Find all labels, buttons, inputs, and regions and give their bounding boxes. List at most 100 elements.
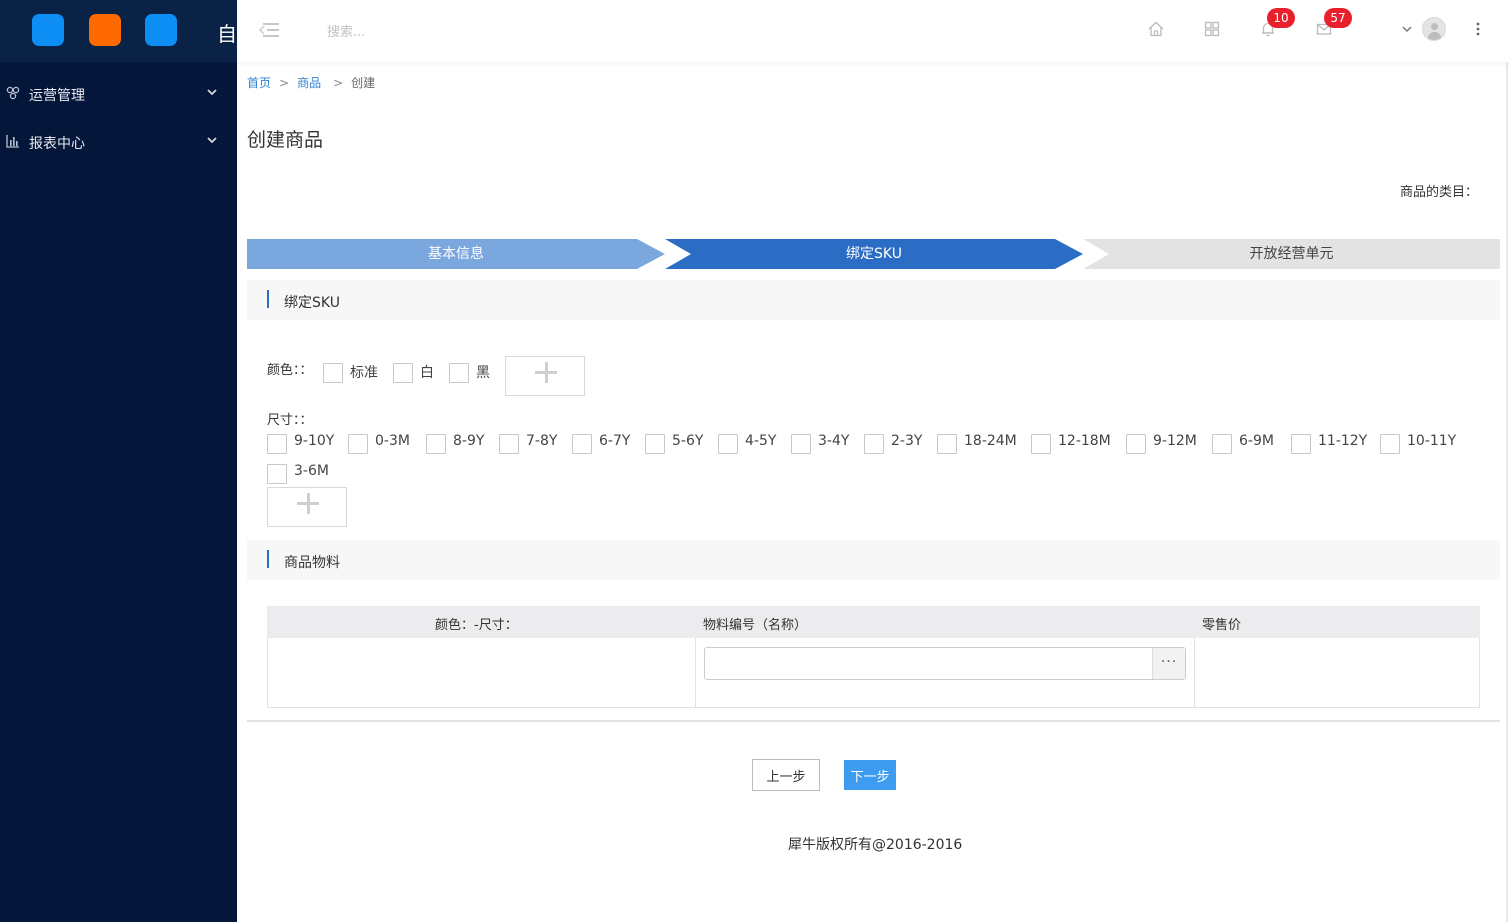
- checkbox-size-9-10y[interactable]: [267, 434, 287, 454]
- checkbox-size-6-9m[interactable]: [1212, 434, 1232, 454]
- column-divider: [695, 638, 696, 708]
- breadcrumb-home-link[interactable]: 首页: [247, 76, 271, 90]
- sidebar: 自 运营管理 报表中心: [0, 0, 237, 922]
- sidebar-item-operations[interactable]: 运营管理: [0, 74, 237, 114]
- size-field-label: 尺寸：：: [267, 413, 313, 428]
- notifications-badge: 10: [1267, 8, 1295, 28]
- breadcrumb-current: 创建: [351, 76, 376, 90]
- checkbox-size-18-24m[interactable]: [937, 434, 957, 454]
- column-header-material-code: 物料编号（名称）: [703, 618, 808, 633]
- checkbox-label: 2-3Y: [891, 433, 923, 449]
- checkbox-label: 12-18M: [1058, 433, 1111, 449]
- chevron-down-icon: [206, 132, 218, 148]
- breadcrumb-product-link[interactable]: 商品: [297, 76, 321, 90]
- messages-badge: 57: [1324, 8, 1352, 28]
- next-step-button[interactable]: 下一步: [844, 760, 896, 790]
- column-header-color-size: 颜色：-尺寸：: [435, 618, 518, 633]
- search-input[interactable]: [327, 22, 547, 42]
- checkbox-label: 8-9Y: [453, 433, 485, 449]
- color-field-label: 颜色：：: [267, 363, 313, 378]
- breadcrumb-separator: >: [279, 76, 290, 90]
- checkbox-label: 5-6Y: [672, 433, 704, 449]
- checkbox-label: 4-5Y: [745, 433, 777, 449]
- app-icon-blue[interactable]: [32, 14, 64, 46]
- form-divider: [247, 720, 1500, 722]
- checkbox-color-black[interactable]: [449, 363, 469, 383]
- category-label: 商品的类目：: [1399, 185, 1478, 200]
- sidebar-brand-area: 自: [0, 0, 237, 62]
- checkbox-label: 18-24M: [964, 433, 1017, 449]
- breadcrumb-separator: >: [333, 76, 344, 90]
- checkbox-size-2-3y[interactable]: [864, 434, 884, 454]
- brand-title: 自: [217, 22, 237, 46]
- sidebar-item-label: 报表中心: [29, 136, 85, 152]
- checkbox-size-3-6m[interactable]: [267, 464, 287, 484]
- checkbox-color-standard[interactable]: [323, 363, 343, 383]
- checkbox-label: 0-3M: [375, 433, 410, 449]
- chevron-down-icon: [206, 84, 218, 100]
- checkbox-size-10-11y[interactable]: [1380, 434, 1400, 454]
- checkbox-label: 白: [420, 365, 434, 381]
- material-picker-button[interactable]: ···: [1152, 648, 1185, 679]
- previous-step-button[interactable]: 上一步: [752, 759, 820, 791]
- checkbox-label: 标准: [350, 365, 378, 381]
- home-icon[interactable]: [1147, 20, 1165, 38]
- section-title: 绑定SKU: [284, 295, 340, 311]
- checkbox-label: 11-12Y: [1318, 433, 1368, 449]
- column-header-retail-price: 零售价: [1202, 618, 1242, 633]
- checkbox-label: 6-7Y: [599, 433, 631, 449]
- add-color-button[interactable]: [505, 356, 585, 396]
- menu-toggle-icon[interactable]: [259, 20, 279, 38]
- user-avatar[interactable]: [1422, 17, 1446, 41]
- bar-chart-icon: [6, 134, 20, 148]
- material-code-input[interactable]: [705, 648, 1153, 679]
- checkbox-label: 9-12M: [1153, 433, 1197, 449]
- step-progress: 基本信息 绑定SKU 开放经营单元: [247, 239, 1500, 269]
- sidebar-item-label: 运营管理: [29, 88, 85, 104]
- section-accent-bar: [267, 550, 269, 568]
- top-header: 10 57: [237, 0, 1511, 62]
- checkbox-size-9-12m[interactable]: [1126, 434, 1146, 454]
- checkbox-size-6-7y[interactable]: [572, 434, 592, 454]
- step-basic-info[interactable]: 基本信息: [247, 239, 665, 269]
- section-title: 商品物料: [284, 555, 340, 571]
- checkbox-label: 10-11Y: [1407, 433, 1457, 449]
- checkbox-label: 9-10Y: [294, 433, 335, 449]
- checkbox-size-12-18m[interactable]: [1031, 434, 1051, 454]
- sidebar-item-reports[interactable]: 报表中心: [0, 122, 237, 162]
- footer-copyright: 犀牛版权所有@2016-2016: [788, 837, 963, 853]
- chevron-down-icon[interactable]: [1401, 21, 1413, 39]
- checkbox-size-0-3m[interactable]: [348, 434, 368, 454]
- cluster-icon: [6, 86, 20, 100]
- step-open-units[interactable]: 开放经营单元: [1083, 239, 1500, 269]
- checkbox-size-4-5y[interactable]: [718, 434, 738, 454]
- checkbox-size-11-12y[interactable]: [1291, 434, 1311, 454]
- section-product-material: 商品物料: [247, 540, 1500, 580]
- step-label: 绑定SKU: [846, 246, 902, 262]
- apps-grid-icon[interactable]: [1203, 20, 1221, 38]
- checkbox-size-8-9y[interactable]: [426, 434, 446, 454]
- checkbox-size-5-6y[interactable]: [645, 434, 665, 454]
- step-label: 基本信息: [428, 246, 484, 262]
- checkbox-label: 6-9M: [1239, 433, 1274, 449]
- material-code-field: ···: [704, 647, 1186, 680]
- section-bind-sku: 绑定SKU: [247, 280, 1500, 320]
- table-header: 颜色：-尺寸： 物料编号（名称） 零售价: [267, 606, 1480, 638]
- add-size-button[interactable]: [267, 487, 347, 527]
- page-title: 创建商品: [247, 129, 324, 151]
- section-accent-bar: [267, 290, 269, 308]
- more-vertical-icon[interactable]: [1469, 20, 1487, 38]
- app-icon-blue-2[interactable]: [145, 14, 177, 46]
- checkbox-label: 7-8Y: [526, 433, 558, 449]
- step-label: 开放经营单元: [1249, 246, 1334, 262]
- main-content: 首页 > 商品 > 创建 创建商品 商品的类目： 基本信息 绑定SKU 开放经营单元 绑…: [237, 62, 1511, 922]
- table-row: ···: [267, 638, 1480, 708]
- step-bind-sku[interactable]: 绑定SKU: [665, 239, 1083, 269]
- checkbox-label: 3-4Y: [818, 433, 850, 449]
- breadcrumb: 首页 > 商品 > 创建: [247, 74, 375, 91]
- app-icon-orange[interactable]: [89, 14, 121, 46]
- checkbox-color-white[interactable]: [393, 363, 413, 383]
- checkbox-label: 3-6M: [294, 463, 329, 479]
- checkbox-size-3-4y[interactable]: [791, 434, 811, 454]
- checkbox-size-7-8y[interactable]: [499, 434, 519, 454]
